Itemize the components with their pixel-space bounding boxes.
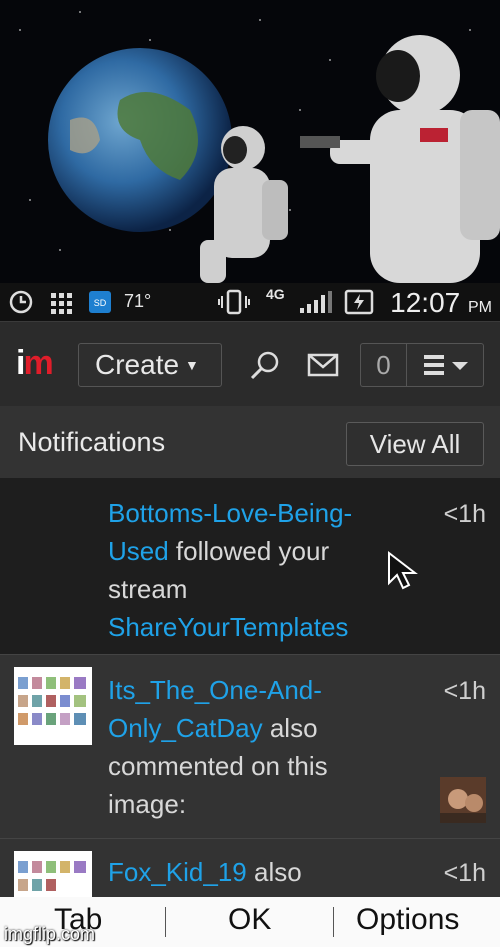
- notification-text: Its_The_One-And-Only_CatDay also comment…: [108, 671, 408, 823]
- notification-item[interactable]: Fox_Kid_19 also <1h: [0, 839, 500, 897]
- notification-count[interactable]: 0: [360, 343, 406, 387]
- signal-icon: [298, 290, 334, 314]
- meme-image: [0, 0, 500, 283]
- imgflip-watermark: imgflip.com: [4, 924, 96, 944]
- clock: 12:07 PM: [390, 287, 492, 319]
- notification-thumbnail[interactable]: [14, 667, 92, 745]
- svg-text:SD: SD: [94, 298, 107, 308]
- softkey-options[interactable]: Options: [356, 903, 459, 937]
- menu-icon: [424, 355, 468, 375]
- app-header: im Create ▼ 0: [0, 321, 500, 407]
- status-bar: SD 71° 4G 12:07 PM: [0, 283, 500, 321]
- imgflip-logo[interactable]: im: [16, 344, 54, 383]
- notification-time: <1h: [443, 859, 486, 887]
- logo-letter-m: m: [23, 344, 53, 382]
- battery-charging-icon: [344, 288, 378, 316]
- template-grid-thumbnail: [18, 861, 86, 891]
- alarm-icon: [8, 289, 34, 315]
- clock-ampm: PM: [468, 299, 492, 316]
- notification-text: Bottoms-Love-Being-Used followed your st…: [108, 494, 408, 646]
- space-scene-graphic: [19, 11, 500, 283]
- sd-card-icon: SD: [88, 290, 112, 314]
- view-all-button[interactable]: View All: [346, 422, 484, 466]
- mail-icon: [307, 353, 339, 377]
- user-avatar-image: [440, 777, 486, 823]
- notification-time: <1h: [443, 677, 486, 705]
- create-label: Create: [95, 349, 180, 380]
- clock-time: 12:07: [390, 287, 461, 318]
- notification-thumbnail[interactable]: [14, 851, 92, 897]
- notification-action: also: [246, 857, 302, 887]
- temperature-readout: 71°: [124, 291, 152, 311]
- notification-time: <1h: [443, 500, 486, 528]
- softkey-divider: [165, 907, 166, 937]
- network-type: 4G: [266, 286, 285, 302]
- notification-text: Fox_Kid_19 also: [108, 853, 408, 891]
- chevron-down-icon: ▼: [185, 357, 199, 373]
- search-icon: [250, 351, 279, 380]
- create-button[interactable]: Create ▼: [78, 343, 222, 387]
- notification-item[interactable]: Its_The_One-And-Only_CatDay also comment…: [0, 655, 500, 839]
- search-button[interactable]: [248, 350, 284, 380]
- cursor-icon: [388, 550, 418, 590]
- notification-user-link[interactable]: Fox_Kid_19: [108, 857, 247, 887]
- softkey-divider: [333, 907, 334, 937]
- grid-icon: [50, 292, 72, 314]
- menu-button[interactable]: [406, 343, 484, 387]
- notifications-header: Notifications View All: [0, 406, 500, 479]
- softkey-ok[interactable]: OK: [228, 903, 271, 937]
- notification-target-link[interactable]: ShareYourTemplates: [108, 612, 348, 642]
- messages-button[interactable]: [306, 350, 342, 380]
- template-grid-thumbnail: [18, 677, 86, 725]
- notifications-title: Notifications: [18, 427, 166, 457]
- vibrate-icon: [218, 289, 250, 315]
- notification-item[interactable]: Bottoms-Love-Being-Used followed your st…: [0, 478, 500, 655]
- avatar[interactable]: [440, 777, 486, 823]
